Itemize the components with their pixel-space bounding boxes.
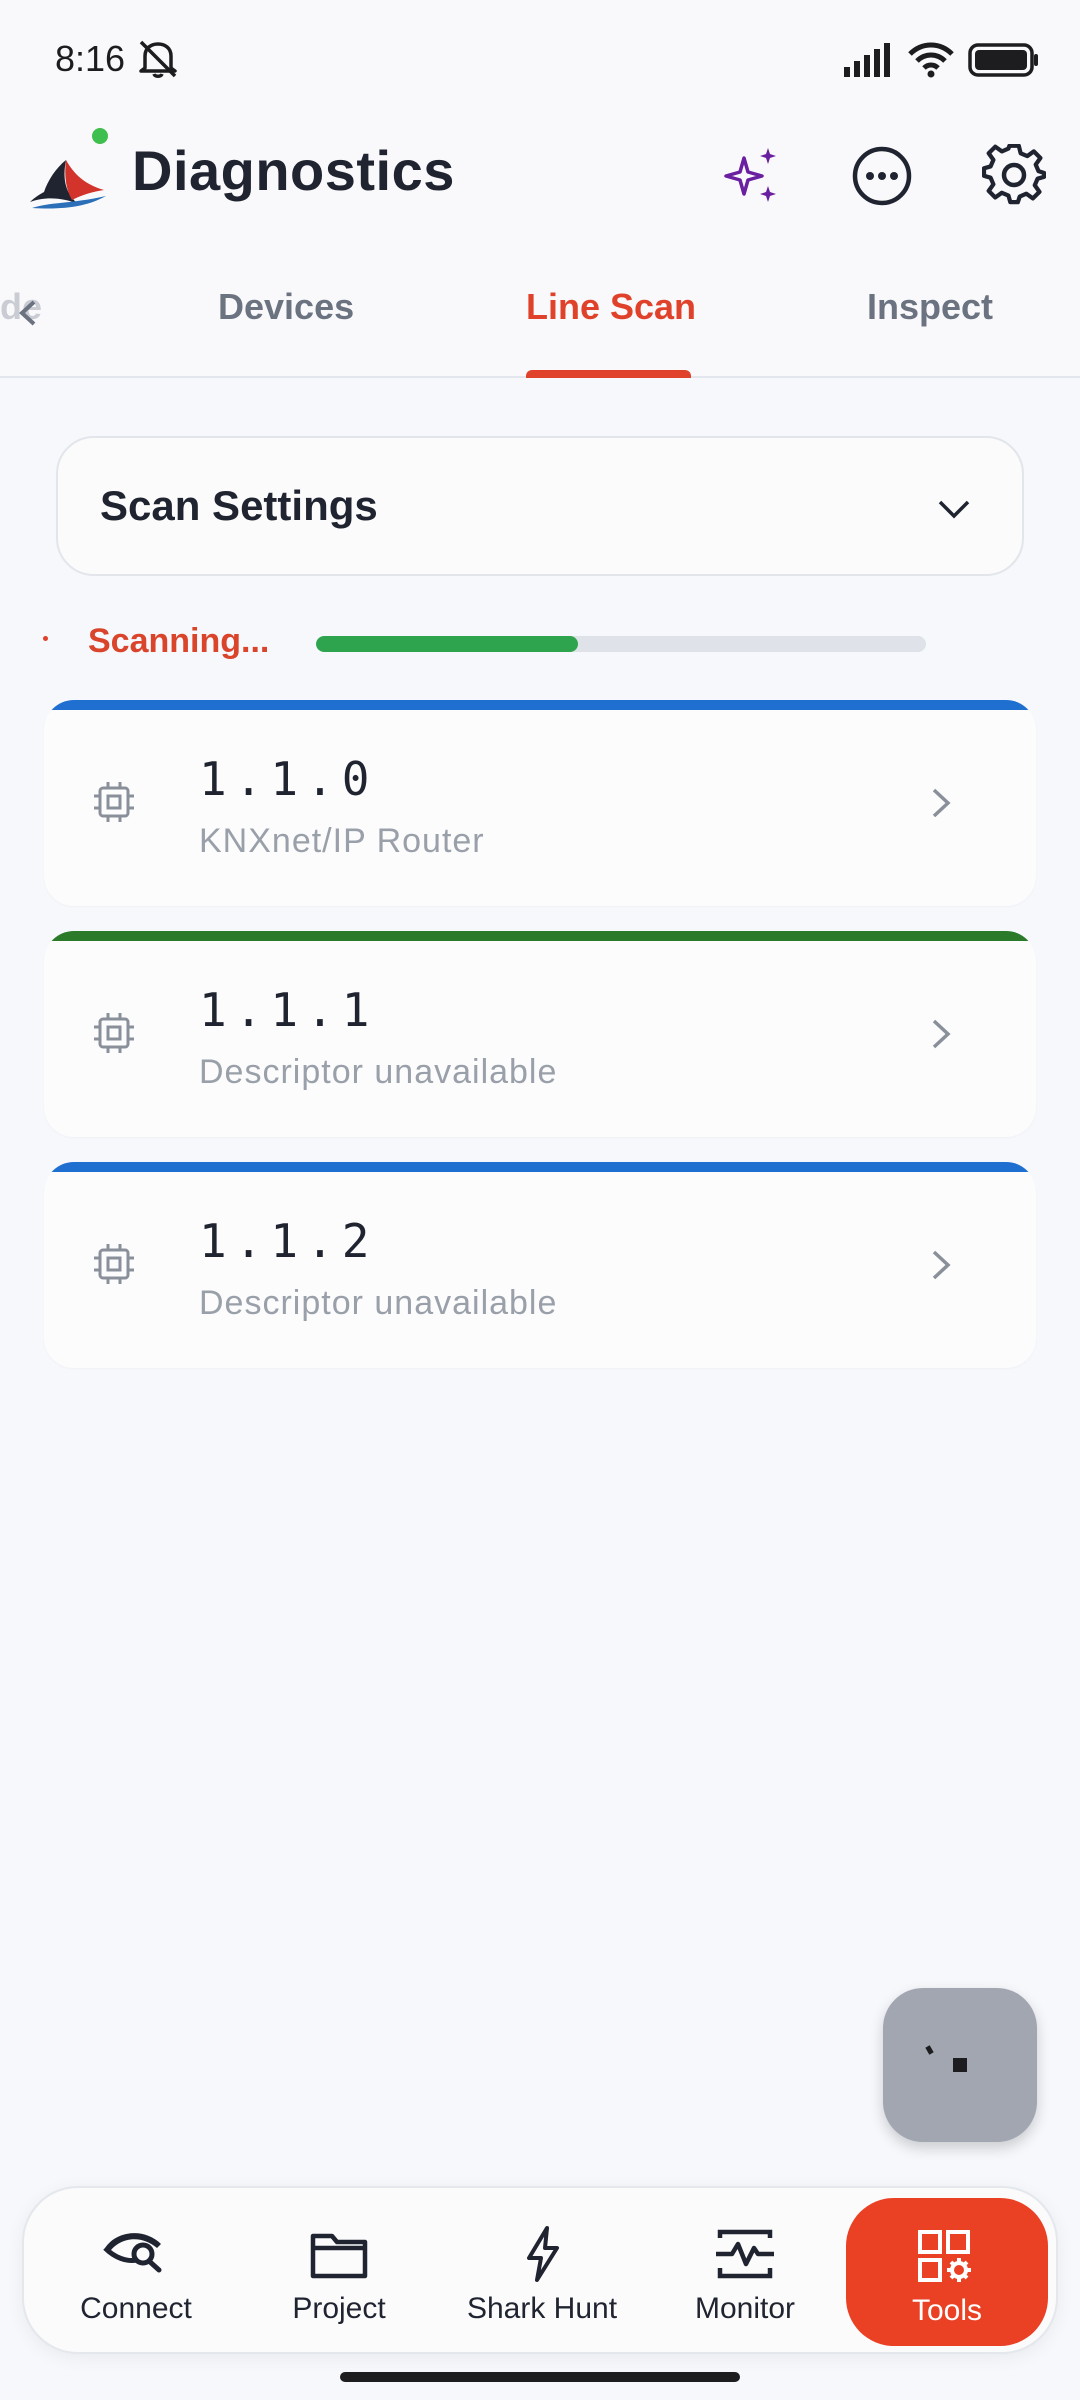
chevron-left-icon xyxy=(19,300,36,326)
tab-line-scan[interactable]: Line Scan xyxy=(526,286,696,328)
device-card[interactable]: 1.1.1 Descriptor unavailable xyxy=(44,931,1036,1137)
ai-sparkle-button[interactable] xyxy=(712,136,792,216)
scan-settings-expander[interactable]: Scan Settings xyxy=(56,436,1024,576)
chip-icon xyxy=(94,1013,134,1053)
nav-project-label: Project xyxy=(292,2292,386,2325)
nav-shark-hunt[interactable]: Shark Hunt xyxy=(452,2188,632,2352)
nav-shark-hunt-label: Shark Hunt xyxy=(466,2292,618,2325)
folder-icon xyxy=(310,2233,368,2279)
eye-search-icon xyxy=(103,2233,162,2273)
device-descriptor: Descriptor unavailable xyxy=(199,1053,558,1091)
chip-icon xyxy=(94,1244,134,1284)
bottom-navigation: Connect Project Shark Hunt Monitor Tools xyxy=(22,2186,1058,2354)
status-time: 8:16 xyxy=(55,38,126,79)
device-address: 1.1.0 xyxy=(199,752,378,806)
settings-button[interactable] xyxy=(974,136,1054,216)
signal-icon xyxy=(844,43,890,77)
device-card[interactable]: 1.1.0 KNXnet/IP Router xyxy=(44,700,1036,906)
fab-glyph-square xyxy=(953,2058,967,2072)
fab-glyph-mark xyxy=(925,2045,934,2055)
tab-bar: de Devices Line Scan Inspect xyxy=(0,230,1080,378)
tab-inspect[interactable]: Inspect xyxy=(867,286,993,328)
gear-icon xyxy=(982,144,1046,205)
nav-connect[interactable]: Connect xyxy=(46,2188,226,2352)
device-descriptor: KNXnet/IP Router xyxy=(199,822,485,860)
device-descriptor: Descriptor unavailable xyxy=(199,1284,558,1322)
home-indicator xyxy=(340,2372,740,2382)
lightning-icon xyxy=(527,2226,559,2282)
status-bar: 8:16 xyxy=(0,0,1080,120)
device-address: 1.1.1 xyxy=(199,983,378,1037)
device-address: 1.1.2 xyxy=(199,1214,378,1268)
nav-monitor[interactable]: Monitor xyxy=(655,2188,835,2352)
chevron-down-icon xyxy=(938,500,970,519)
chip-icon xyxy=(94,782,134,822)
battery-icon xyxy=(968,43,1038,77)
more-horizontal-icon xyxy=(852,146,912,206)
scan-activity-dot xyxy=(43,636,48,641)
wifi-icon xyxy=(908,42,954,78)
device-accent-bar xyxy=(44,700,1036,710)
nav-project[interactable]: Project xyxy=(249,2188,429,2352)
more-options-button[interactable] xyxy=(842,136,922,216)
page-title: Diagnostics xyxy=(132,139,455,202)
nav-tools[interactable]: Tools xyxy=(846,2198,1048,2346)
sparkle-icon xyxy=(724,148,776,202)
scan-settings-title: Scan Settings xyxy=(100,482,378,529)
monitor-pulse-icon xyxy=(716,2229,774,2279)
device-accent-bar xyxy=(44,931,1036,941)
tab-devices[interactable]: Devices xyxy=(218,286,354,328)
device-accent-bar xyxy=(44,1162,1036,1172)
nav-tools-label: Tools xyxy=(911,2294,983,2327)
chevron-right-icon xyxy=(932,1250,951,1280)
nav-monitor-label: Monitor xyxy=(694,2292,796,2325)
floating-action-button[interactable] xyxy=(883,1988,1037,2142)
tools-grid-icon xyxy=(918,2230,971,2282)
nav-connect-label: Connect xyxy=(80,2292,192,2325)
status-icons xyxy=(844,42,1040,78)
device-card[interactable]: 1.1.2 Descriptor unavailable xyxy=(44,1162,1036,1368)
scan-progress-bar xyxy=(316,636,926,652)
active-tab-indicator xyxy=(526,370,691,378)
chevron-right-icon xyxy=(932,1019,951,1049)
online-status-dot xyxy=(90,126,110,146)
shark-fin-logo-icon xyxy=(30,160,106,209)
chevron-right-icon xyxy=(932,788,951,818)
scan-progress-fill xyxy=(316,636,579,652)
app-bar: Diagnostics xyxy=(0,120,1080,230)
scan-status-label: Scanning... xyxy=(88,622,270,660)
bell-off-icon xyxy=(139,40,177,78)
